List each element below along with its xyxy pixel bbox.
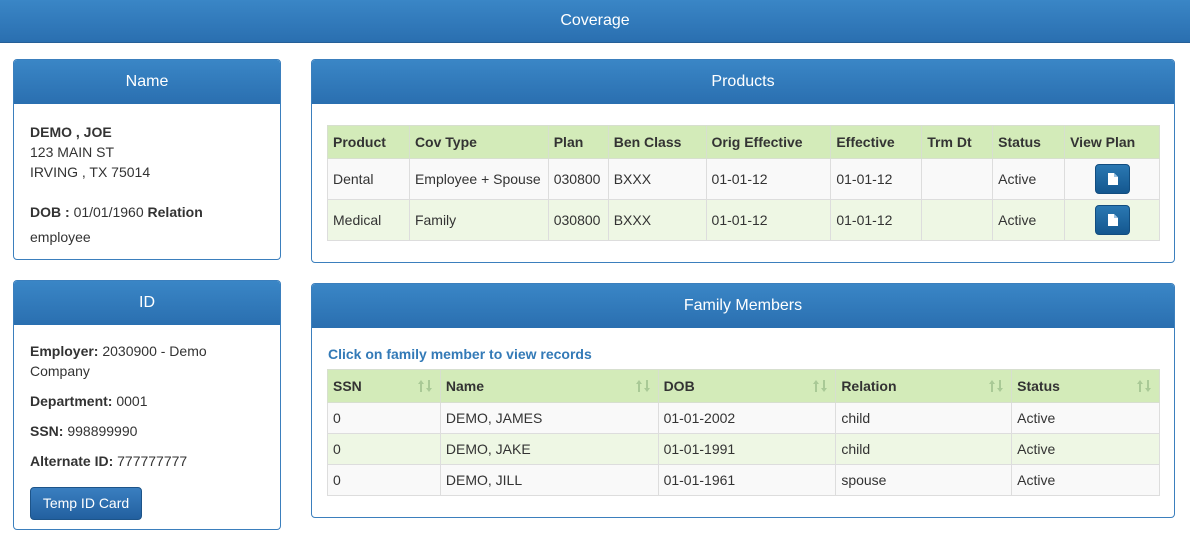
col-cov-type: Cov Type (408, 125, 549, 159)
sort-icon (635, 380, 650, 392)
dob-label: DOB : (30, 204, 70, 220)
view-plan-cell (1064, 199, 1160, 241)
dob-cell: 01-01-1961 (657, 464, 837, 496)
alternate-id-value: 777777777 (117, 453, 188, 469)
cov-type-cell: Employee + Spouse (408, 158, 549, 200)
col-relation[interactable]: Relation (835, 369, 1013, 403)
col-name-label: Name (445, 378, 485, 394)
file-icon (1107, 214, 1118, 226)
col-ben-class: Ben Class (607, 125, 707, 159)
dob-value: 01/01/1960 (73, 204, 144, 220)
name-cell: DEMO, JILL (439, 464, 659, 496)
table-row[interactable]: 0 DEMO, JILL 01-01-1961 spouse Active (327, 464, 1160, 496)
family-panel-title: Family Members (312, 284, 1174, 328)
view-plan-cell (1064, 158, 1160, 200)
status-cell: Active (992, 199, 1066, 241)
family-header-row: SSN Name DOB Relation Status (327, 369, 1160, 403)
effective-cell: 01-01-12 (830, 158, 923, 200)
view-plan-button[interactable] (1094, 164, 1130, 194)
table-row[interactable]: 0 DEMO, JAMES 01-01-2002 child Active (327, 402, 1160, 434)
col-orig-effective: Orig Effective (705, 125, 832, 159)
col-status[interactable]: Status (1011, 369, 1160, 403)
member-full-name: DEMO , JOE (30, 124, 112, 140)
relation-cell: spouse (835, 464, 1013, 496)
products-table: Product Cov Type Plan Ben Class Orig Eff… (327, 125, 1160, 241)
family-members-table: SSN Name DOB Relation Status 0 DEMO, JAM… (327, 369, 1160, 496)
products-header-row: Product Cov Type Plan Ben Class Orig Eff… (327, 125, 1160, 159)
sort-icon (813, 380, 828, 392)
col-trm-dt: Trm Dt (921, 125, 994, 159)
relation-value: employee (30, 229, 91, 245)
trm-dt-cell (921, 158, 994, 200)
products-panel-title: Products (312, 60, 1174, 104)
col-status-label: Status (1017, 378, 1060, 394)
status-cell: Active (1011, 433, 1160, 465)
col-name[interactable]: Name (439, 369, 659, 403)
page-title: Coverage (0, 0, 1190, 43)
view-plan-button[interactable] (1094, 205, 1130, 235)
trm-dt-cell (921, 199, 994, 241)
ssn-label: SSN: (30, 423, 64, 439)
name-panel: Name DEMO , JOE 123 MAIN ST IRVING , TX … (13, 59, 281, 260)
plan-cell: 030800 (547, 158, 609, 200)
product-cell: Dental (327, 158, 410, 200)
department-label: Department: (30, 393, 113, 409)
cov-type-cell: Family (408, 199, 549, 241)
employer-label: Employer: (30, 343, 99, 359)
dob-cell: 01-01-1991 (657, 433, 837, 465)
sort-icon (417, 380, 432, 392)
orig-effective-cell: 01-01-12 (705, 199, 832, 241)
ssn-cell: 0 (327, 402, 441, 434)
name-panel-title: Name (14, 60, 280, 104)
col-effective: Effective (830, 125, 923, 159)
col-ssn-label: SSN (333, 378, 362, 394)
ssn-value: 998899990 (67, 423, 138, 439)
file-icon (1107, 173, 1118, 185)
col-status: Status (992, 125, 1066, 159)
ssn-cell: 0 (327, 433, 441, 465)
effective-cell: 01-01-12 (830, 199, 923, 241)
id-panel: ID Employer: 2030900 - Demo Company Depa… (13, 280, 281, 530)
sort-icon (989, 380, 1004, 392)
family-members-panel: Family Members Click on family member to… (311, 283, 1175, 518)
status-cell: Active (1011, 402, 1160, 434)
department-value: 0001 (116, 393, 148, 409)
relation-cell: child (835, 433, 1013, 465)
col-product: Product (327, 125, 410, 159)
table-row: Medical Family 030800 BXXX 01-01-12 01-0… (327, 199, 1160, 241)
dob-cell: 01-01-2002 (657, 402, 837, 434)
ben-class-cell: BXXX (607, 158, 707, 200)
family-hint: Click on family member to view records (328, 346, 592, 362)
address-line1: 123 MAIN ST (30, 144, 115, 160)
col-view-plan: View Plan (1064, 125, 1160, 159)
name-cell: DEMO, JAKE (439, 433, 659, 465)
id-panel-title: ID (14, 281, 280, 325)
sort-icon (1137, 380, 1151, 392)
col-relation-label: Relation (841, 378, 897, 394)
table-row[interactable]: 0 DEMO, JAKE 01-01-1991 child Active (327, 433, 1160, 465)
status-cell: Active (1011, 464, 1160, 496)
orig-effective-cell: 01-01-12 (705, 158, 832, 200)
col-plan: Plan (547, 125, 609, 159)
address-line2: IRVING , TX 75014 (30, 164, 151, 180)
name-cell: DEMO, JAMES (439, 402, 659, 434)
alternate-id-label: Alternate ID: (30, 453, 114, 469)
plan-cell: 030800 (547, 199, 609, 241)
status-cell: Active (992, 158, 1066, 200)
temp-id-card-button[interactable]: Temp ID Card (30, 487, 142, 520)
ben-class-cell: BXXX (607, 199, 707, 241)
col-dob[interactable]: DOB (657, 369, 837, 403)
table-row: Dental Employee + Spouse 030800 BXXX 01-… (327, 158, 1160, 200)
products-panel: Products Product Cov Type Plan Ben Class… (311, 59, 1175, 263)
relation-cell: child (835, 402, 1013, 434)
col-ssn[interactable]: SSN (327, 369, 441, 403)
product-cell: Medical (327, 199, 410, 241)
ssn-cell: 0 (327, 464, 441, 496)
relation-label: Relation (147, 204, 203, 220)
col-dob-label: DOB (663, 378, 695, 394)
